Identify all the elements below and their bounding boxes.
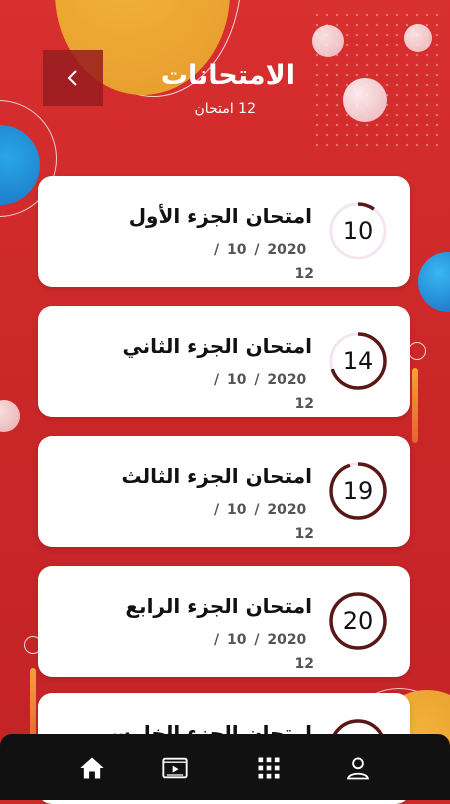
nav-home[interactable]: [74, 750, 110, 786]
page-title: الامتحانات: [160, 60, 295, 91]
exam-date-line2: 12: [294, 656, 314, 672]
exam-card[interactable]: امتحان الجزء الأول / 10 / 2020 12 10: [38, 176, 410, 287]
exam-title: امتحان الجزء الأول: [128, 204, 312, 228]
nav-profile[interactable]: [340, 750, 376, 786]
exam-date-line1: / 10 / 2020: [214, 502, 307, 518]
exam-card[interactable]: امتحان الجزء الثاني / 10 / 2020 12 14: [38, 306, 410, 417]
decor-bar: [412, 368, 418, 443]
home-icon: [80, 757, 104, 779]
score-ring: 10: [328, 201, 388, 261]
exam-date: / 10 / 2020 12: [214, 368, 314, 416]
decor-bubble: [343, 78, 387, 122]
exam-title: امتحان الجزء الثالث: [121, 464, 313, 488]
exam-date-line1: / 10 / 2020: [214, 632, 307, 648]
bottom-nav: [0, 734, 450, 800]
user-icon: [346, 757, 370, 780]
exam-date: / 10 / 2020 12: [214, 628, 314, 676]
decor-blue-circle: [418, 252, 450, 312]
decor-small-ring: [408, 342, 426, 360]
nav-grid[interactable]: [251, 750, 287, 786]
exam-date-line2: 12: [294, 266, 314, 282]
score-ring: 19: [328, 461, 388, 521]
exam-date-line2: 12: [294, 396, 314, 412]
exam-score: 14: [342, 347, 374, 375]
exam-date-line1: / 10 / 2020: [214, 242, 307, 258]
grid-icon: [258, 757, 280, 779]
score-ring: 20: [328, 591, 388, 651]
nav-videos[interactable]: [157, 750, 193, 786]
exam-card[interactable]: امتحان الجزء الثالث / 10 / 2020 12 19: [38, 436, 410, 547]
exam-score: 19: [342, 477, 374, 505]
back-button[interactable]: [43, 50, 103, 106]
exam-card[interactable]: امتحان الجزء الرابع / 10 / 2020 12 20: [38, 566, 410, 677]
exam-score: 20: [342, 607, 374, 635]
exam-title: امتحان الجزء الثاني: [122, 334, 312, 358]
exam-date-line1: / 10 / 2020: [214, 372, 307, 388]
exam-date-line2: 12: [294, 526, 314, 542]
exam-count: 12 امتحان: [194, 101, 256, 117]
decor-bubble: [404, 24, 432, 52]
chevron-left-icon: [67, 70, 77, 86]
exam-date: / 10 / 2020 12: [214, 238, 314, 286]
exam-title: امتحان الجزء الرابع: [125, 594, 312, 618]
video-icon: [162, 757, 188, 779]
exam-score: 10: [342, 217, 374, 245]
score-ring: 14: [328, 331, 388, 391]
decor-bubble: [312, 25, 344, 57]
exam-date: / 10 / 2020 12: [214, 498, 314, 546]
decor-bubble: [0, 400, 20, 432]
